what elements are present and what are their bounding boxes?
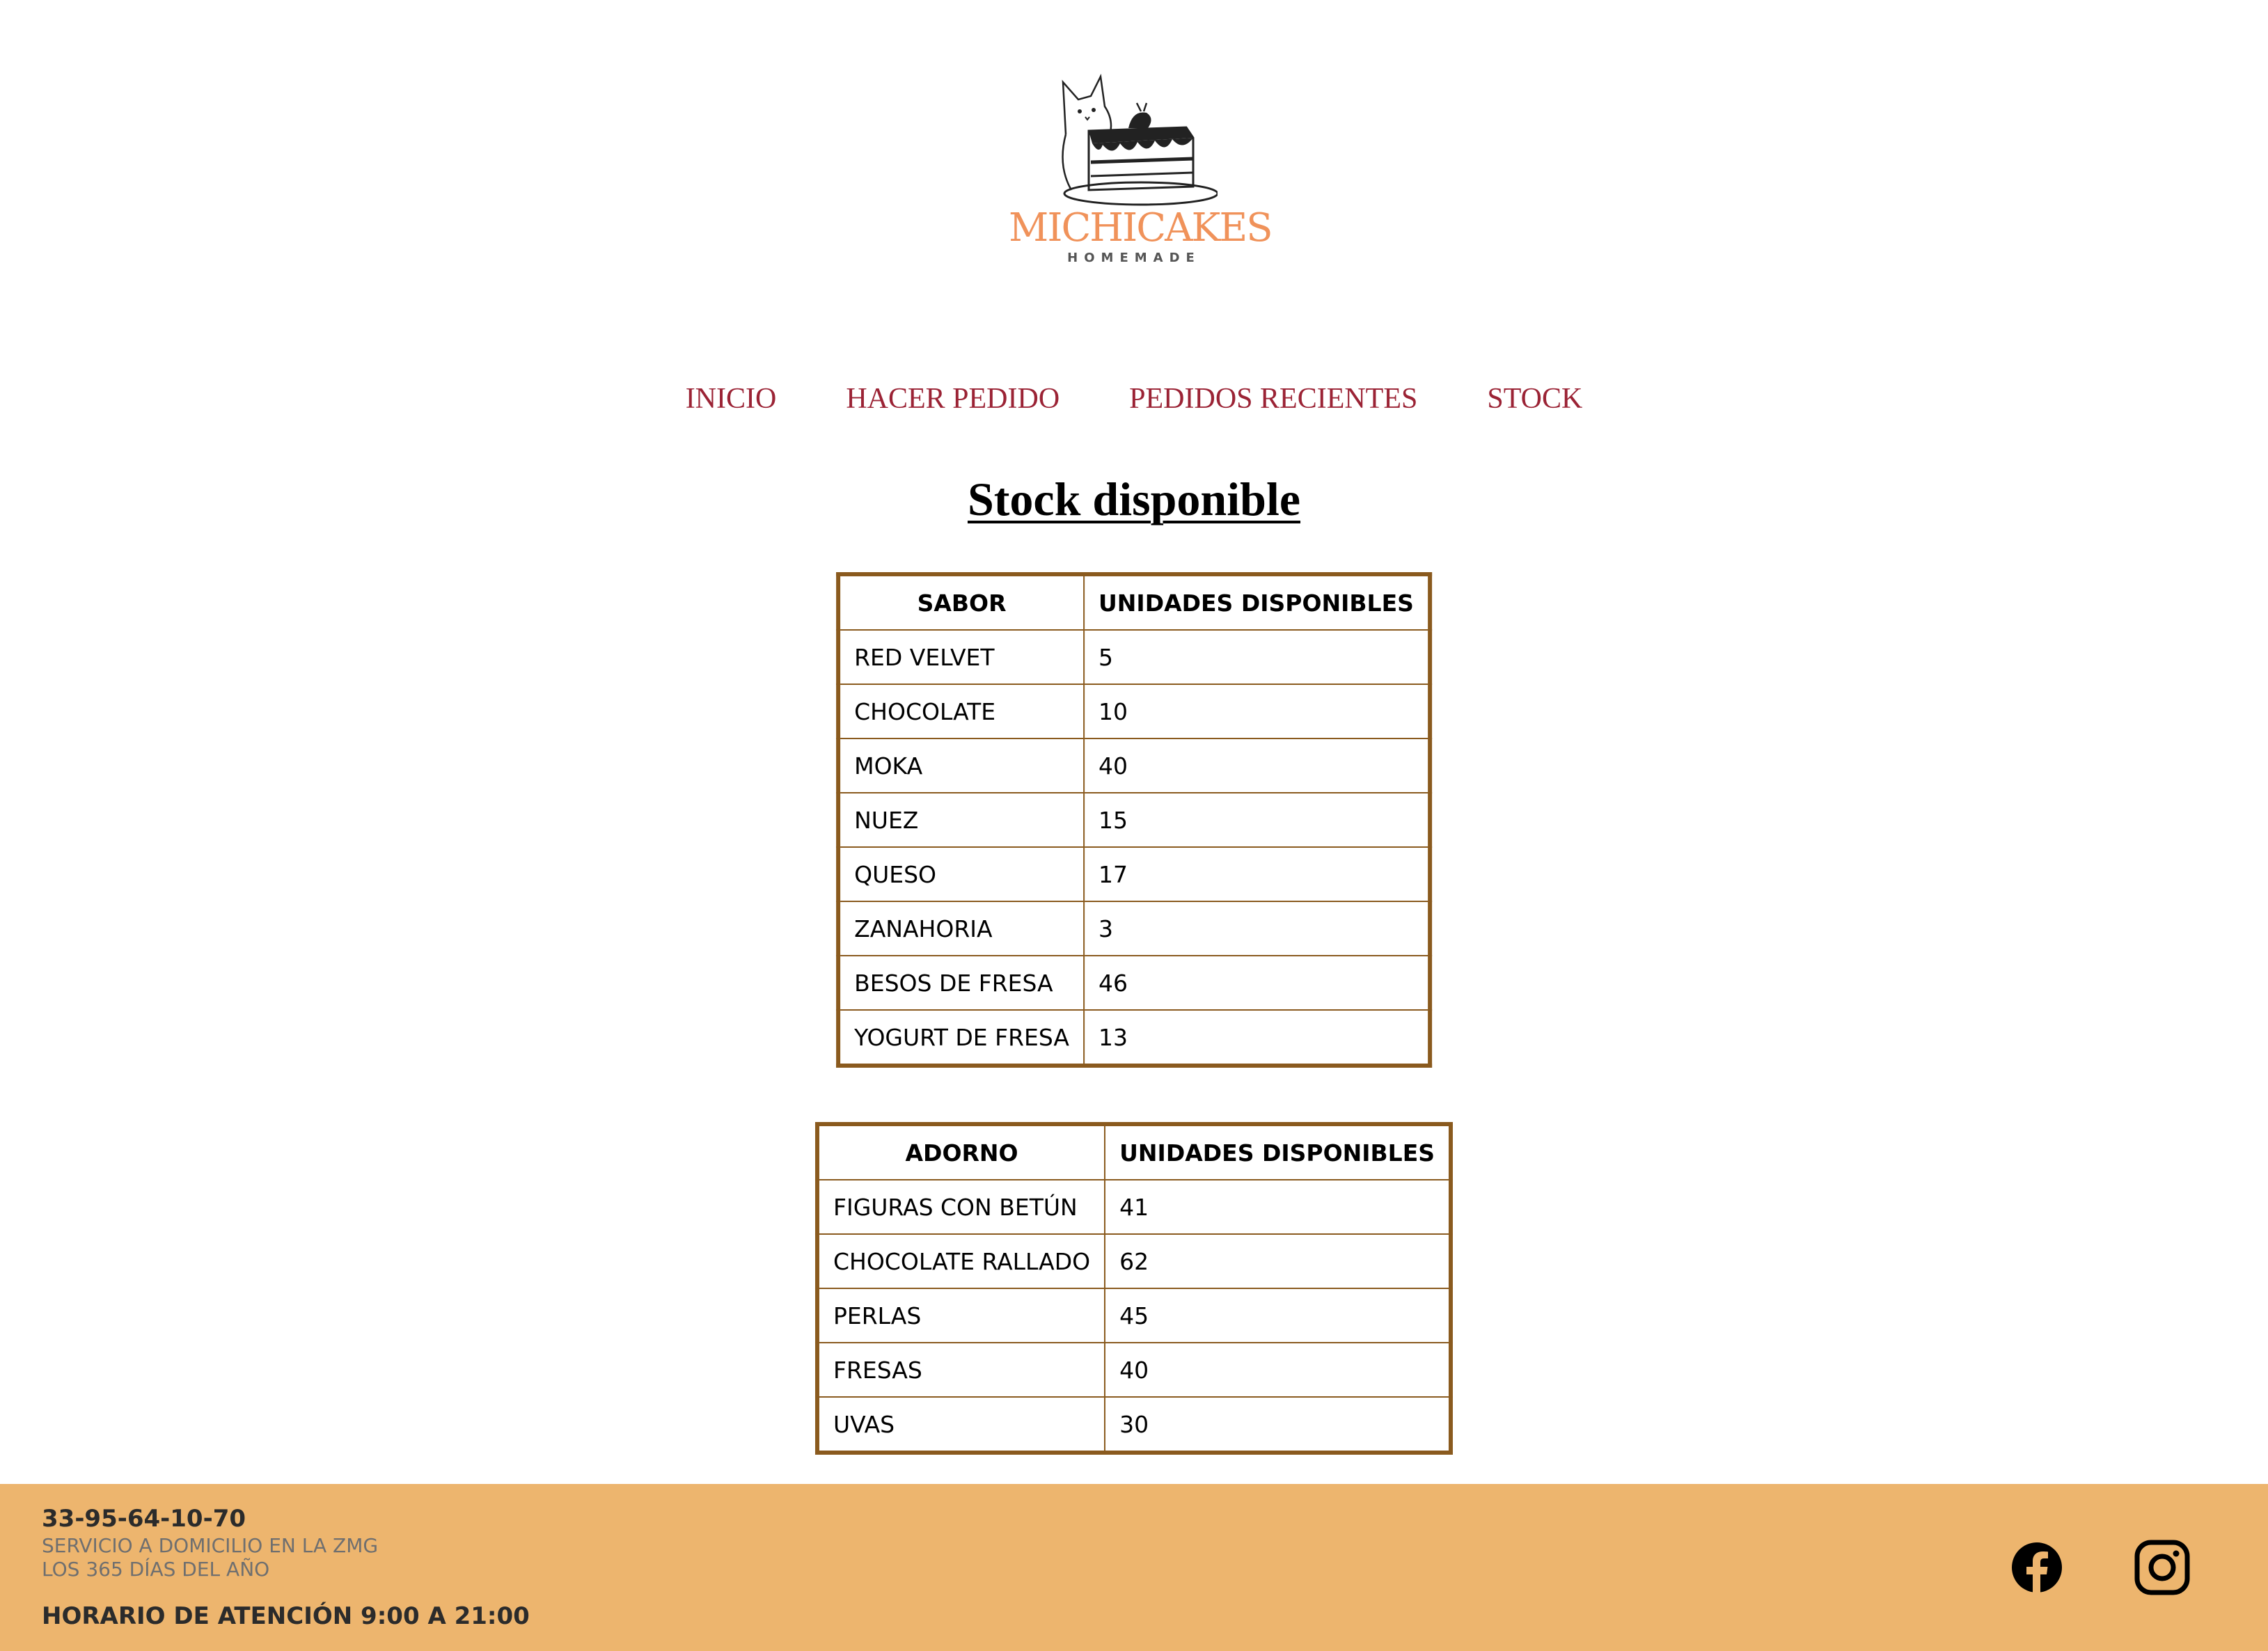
cat-cake-logo-icon [1062, 73, 1218, 206]
column-header: ADORNO [816, 1123, 1106, 1180]
footer-hours: HORARIO DE ATENCIÓN 9:00 A 21:00 [42, 1602, 530, 1630]
units-cell: 5 [1083, 629, 1431, 685]
table-row: CHOCOLATE 10 [837, 684, 1431, 739]
table-row: ZANAHORIA 3 [837, 901, 1431, 956]
units-cell: 40 [1104, 1342, 1452, 1398]
topping-cell: CHOCOLATE RALLADO [816, 1233, 1106, 1289]
footer-days-line: LOS 365 DÍAS DEL AÑO [42, 1558, 270, 1581]
topping-cell: PERLAS [816, 1288, 1106, 1343]
topping-cell: FIGURAS CON BETÚN [816, 1179, 1106, 1235]
toppings-table: ADORNO UNIDADES DISPONIBLES FIGURAS CON … [814, 1122, 1454, 1455]
page-title: Stock disponible [967, 473, 1301, 526]
table-row: YOGURT DE FRESA 13 [837, 1009, 1431, 1066]
flavor-cell: YOGURT DE FRESA [837, 1009, 1085, 1066]
site-footer: 33-95-64-10-70 SERVICIO A DOMICILIO EN L… [0, 1484, 2268, 1651]
table-row: CHOCOLATE RALLADO 62 [816, 1233, 1452, 1289]
units-cell: 45 [1104, 1288, 1452, 1343]
units-cell: 3 [1083, 901, 1431, 956]
flavor-cell: RED VELVET [837, 629, 1085, 685]
units-cell: 13 [1083, 1009, 1431, 1066]
flavor-cell: QUESO [837, 846, 1085, 902]
table-row: RED VELVET 5 [837, 629, 1431, 685]
topping-cell: UVAS [816, 1396, 1106, 1453]
brand-tagline: HOMEMADE [1067, 251, 1201, 265]
table-header-row: ADORNO UNIDADES DISPONIBLES [816, 1123, 1452, 1180]
table-row: FIGURAS CON BETÚN 41 [816, 1179, 1452, 1235]
table-row: FRESAS 40 [816, 1342, 1452, 1398]
footer-phone: 33-95-64-10-70 [42, 1505, 246, 1533]
column-header: UNIDADES DISPONIBLES [1104, 1123, 1452, 1180]
units-cell: 15 [1083, 792, 1431, 848]
nav-link-stock[interactable]: STOCK [1487, 379, 1582, 418]
table-row: PERLAS 45 [816, 1288, 1452, 1343]
nav-link-pedidos-recientes[interactable]: PEDIDOS RECIENTES [1129, 379, 1417, 418]
brand-name: MICHICAKES [1009, 205, 1273, 251]
units-cell: 46 [1083, 955, 1431, 1011]
topping-cell: FRESAS [816, 1342, 1106, 1398]
units-cell: 30 [1104, 1396, 1452, 1453]
units-cell: 17 [1083, 846, 1431, 902]
table-row: UVAS 30 [816, 1396, 1452, 1453]
flavor-cell: NUEZ [837, 792, 1085, 848]
brand-logo: MICHICAKES HOMEMADE [1009, 68, 1273, 277]
column-header: UNIDADES DISPONIBLES [1083, 574, 1431, 631]
flavor-cell: BESOS DE FRESA [837, 955, 1085, 1011]
table-row: MOKA 40 [837, 738, 1431, 793]
flavor-cell: CHOCOLATE [837, 684, 1085, 739]
units-cell: 62 [1104, 1233, 1452, 1289]
main-nav: INICIO HACER PEDIDO PEDIDOS RECIENTES ST… [0, 379, 2268, 418]
flavor-cell: ZANAHORIA [837, 901, 1085, 956]
table-row: QUESO 17 [837, 846, 1431, 902]
nav-link-hacer-pedido[interactable]: HACER PEDIDO [846, 379, 1060, 418]
table-row: BESOS DE FRESA 46 [837, 955, 1431, 1011]
flavor-cell: MOKA [837, 738, 1085, 793]
units-cell: 10 [1083, 684, 1431, 739]
flavors-table: SABOR UNIDADES DISPONIBLES RED VELVET 5 … [836, 572, 1432, 1068]
column-header: SABOR [837, 574, 1085, 631]
table-row: NUEZ 15 [837, 792, 1431, 848]
units-cell: 40 [1083, 738, 1431, 793]
facebook-icon[interactable] [2008, 1538, 2066, 1597]
table-header-row: SABOR UNIDADES DISPONIBLES [837, 574, 1431, 631]
footer-service-line: SERVICIO A DOMICILIO EN LA ZMG [42, 1534, 379, 1557]
units-cell: 41 [1104, 1179, 1452, 1235]
instagram-icon[interactable] [2133, 1538, 2191, 1597]
nav-link-inicio[interactable]: INICIO [686, 379, 777, 418]
